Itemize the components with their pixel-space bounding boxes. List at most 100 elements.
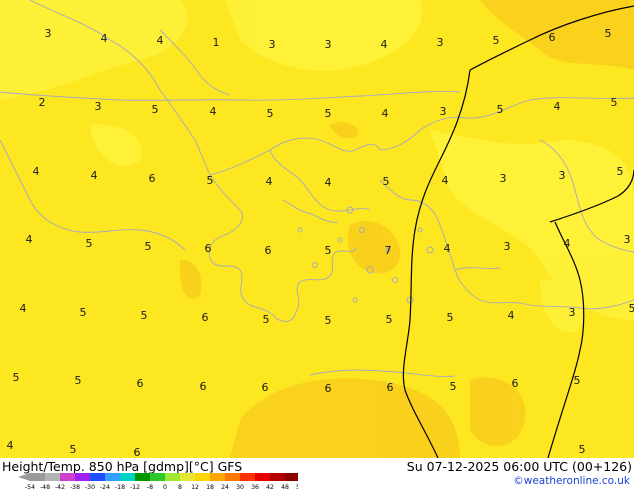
- value-label: 6: [325, 382, 332, 395]
- value-label: 3: [504, 240, 511, 253]
- value-label: 5: [579, 443, 586, 456]
- colorbar-tick-label: 0: [163, 484, 167, 490]
- colorbar-segment: [180, 473, 195, 481]
- value-label: 4: [564, 237, 571, 250]
- map-title: Height/Temp. 850 hPa [gdmp][°C] GFS: [2, 459, 243, 474]
- colorbar-segment: [255, 473, 270, 481]
- color-scale: -54 -48 -42 -38 -30 -24 -18 -12 -8 0 8 12 18 24 30 36 42…: [18, 473, 298, 490]
- value-label: 4: [381, 38, 388, 51]
- value-label: 3: [559, 169, 566, 182]
- value-label: 4: [508, 309, 515, 322]
- colorbar-tick-label: 48: [281, 484, 289, 490]
- value-label: 7: [385, 244, 392, 257]
- value-label: 6: [387, 381, 394, 394]
- colorbar-segment: [240, 473, 255, 481]
- value-label: 5: [497, 103, 504, 116]
- colorbar-tick-label: 24: [221, 484, 229, 490]
- colorbar-tick-label: 18: [206, 484, 214, 490]
- value-label: 3: [95, 100, 102, 113]
- colorbar-tick-label: -18: [115, 484, 125, 490]
- colorbar-segment: [75, 473, 90, 481]
- value-label: 4: [20, 302, 27, 315]
- value-label: 5: [493, 34, 500, 47]
- value-label: 5: [450, 380, 457, 393]
- value-label: 5: [611, 96, 618, 109]
- value-label: 6: [512, 377, 519, 390]
- colorbar-left-arrow: [18, 473, 30, 481]
- value-label: 5: [325, 314, 332, 327]
- value-label: 1: [213, 36, 220, 49]
- colorbar-segment: [285, 473, 298, 481]
- value-label: 5: [574, 374, 581, 387]
- value-label: 2: [39, 96, 46, 109]
- colorbar-segment: [105, 473, 120, 481]
- map-valid-time: Su 07-12-2025 06:00 UTC (00+126): [406, 459, 632, 474]
- value-label: 5: [383, 175, 390, 188]
- footer: Height/Temp. 850 hPa [gdmp][°C] GFS Su 0…: [0, 458, 634, 490]
- value-label: 5: [207, 174, 214, 187]
- value-label: 5: [152, 103, 159, 116]
- value-label: 3: [500, 172, 507, 185]
- value-label: 4: [101, 32, 108, 45]
- colorbar-segment: [225, 473, 240, 481]
- value-label: 5: [13, 371, 20, 384]
- colorbar-tick-label: -30: [85, 484, 95, 490]
- colorbar-tick-label: 12: [191, 484, 199, 490]
- value-label: 5: [325, 244, 332, 257]
- value-label: 4: [7, 439, 14, 452]
- colorbar-tick-label: -48: [40, 484, 50, 490]
- weather-map: 3 4 4 1 3 3 4 3 5 6 5 2 3 5 4 5 5 4 3 5 4 5 4 4 6 5 4 4 5 4 3 3 5 4 5 5 6 6 5 7…: [0, 0, 634, 458]
- colorbar-tick-label: 36: [251, 484, 259, 490]
- colorbar-segment: [150, 473, 165, 481]
- value-label: 4: [266, 175, 273, 188]
- colorbar-tick-label: -12: [130, 484, 140, 490]
- value-label: 4: [26, 233, 33, 246]
- value-label: 6: [205, 242, 212, 255]
- value-label: 3: [569, 306, 576, 319]
- value-label: 5: [617, 165, 624, 178]
- value-label: 4: [91, 169, 98, 182]
- value-label: 6: [265, 244, 272, 257]
- value-label: 4: [210, 105, 217, 118]
- value-label: 6: [134, 446, 141, 458]
- colorbar-tick-label: 54: [296, 484, 298, 490]
- value-label: 4: [382, 107, 389, 120]
- value-label: 3: [440, 105, 447, 118]
- value-label: 5: [80, 306, 87, 319]
- value-label: 5: [145, 240, 152, 253]
- colorbar-tick-label: -42: [55, 484, 65, 490]
- value-label: 4: [554, 100, 561, 113]
- value-label: 5: [141, 309, 148, 322]
- value-label: 6: [549, 31, 556, 44]
- colorbar-segment: [45, 473, 60, 481]
- value-label: 5: [447, 311, 454, 324]
- value-label: 4: [325, 176, 332, 189]
- colorbar-tick-label: -24: [100, 484, 110, 490]
- colorbar-segment: [165, 473, 180, 481]
- colorbar-segment: [195, 473, 210, 481]
- value-label: 5: [605, 27, 612, 40]
- value-label: 4: [442, 174, 449, 187]
- value-label: 3: [45, 27, 52, 40]
- colorbar-segment: [270, 473, 285, 481]
- credit-link[interactable]: ©weatheronline.co.uk: [513, 475, 630, 487]
- value-label: 6: [149, 172, 156, 185]
- colorbar-tick-label: -8: [147, 484, 153, 490]
- colorbar-tick-label: 42: [266, 484, 274, 490]
- value-label: 5: [267, 107, 274, 120]
- colorbar-segment: [210, 473, 225, 481]
- value-label: 5: [75, 374, 82, 387]
- colorbar-tick-label: -54: [25, 484, 35, 490]
- value-label: 4: [33, 165, 40, 178]
- value-label: 3: [437, 36, 444, 49]
- colorbar-segment: [30, 473, 45, 481]
- colorbar-segment: [60, 473, 75, 481]
- value-label: 5: [70, 443, 77, 456]
- colorbar-tick-label: 8: [178, 484, 182, 490]
- colorbar-segment: [135, 473, 150, 481]
- value-label: 3: [624, 233, 631, 246]
- value-label: 5: [386, 313, 393, 326]
- value-label: 6: [262, 381, 269, 394]
- value-label: 6: [200, 380, 207, 393]
- value-label: 3: [269, 38, 276, 51]
